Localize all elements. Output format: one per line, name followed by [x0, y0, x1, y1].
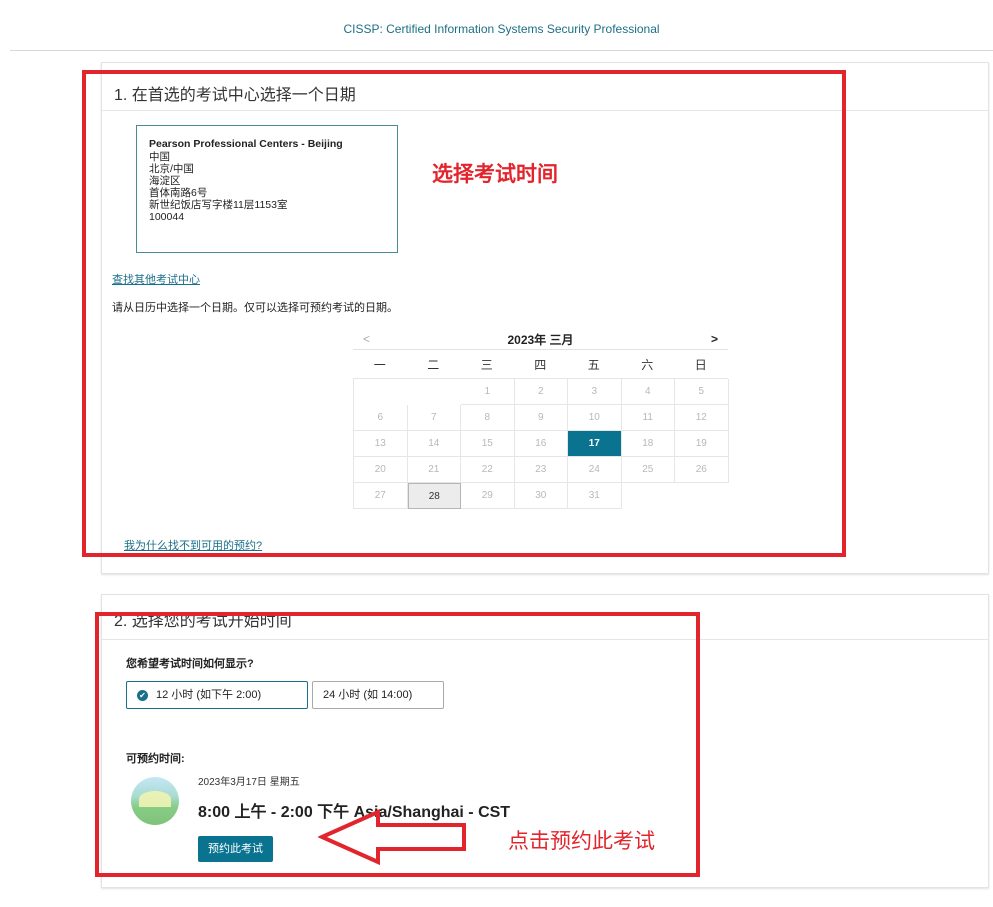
arrow-left-icon: [318, 808, 466, 866]
page-header: CISSP: Certified Information Systems Sec…: [10, 8, 993, 51]
annotation-click-book: 点击预约此考试: [508, 830, 655, 853]
exam-title: CISSP: Certified Information Systems Sec…: [343, 22, 660, 36]
annotation-box-date: [82, 70, 846, 557]
annotation-select-time: 选择考试时间: [432, 163, 558, 186]
